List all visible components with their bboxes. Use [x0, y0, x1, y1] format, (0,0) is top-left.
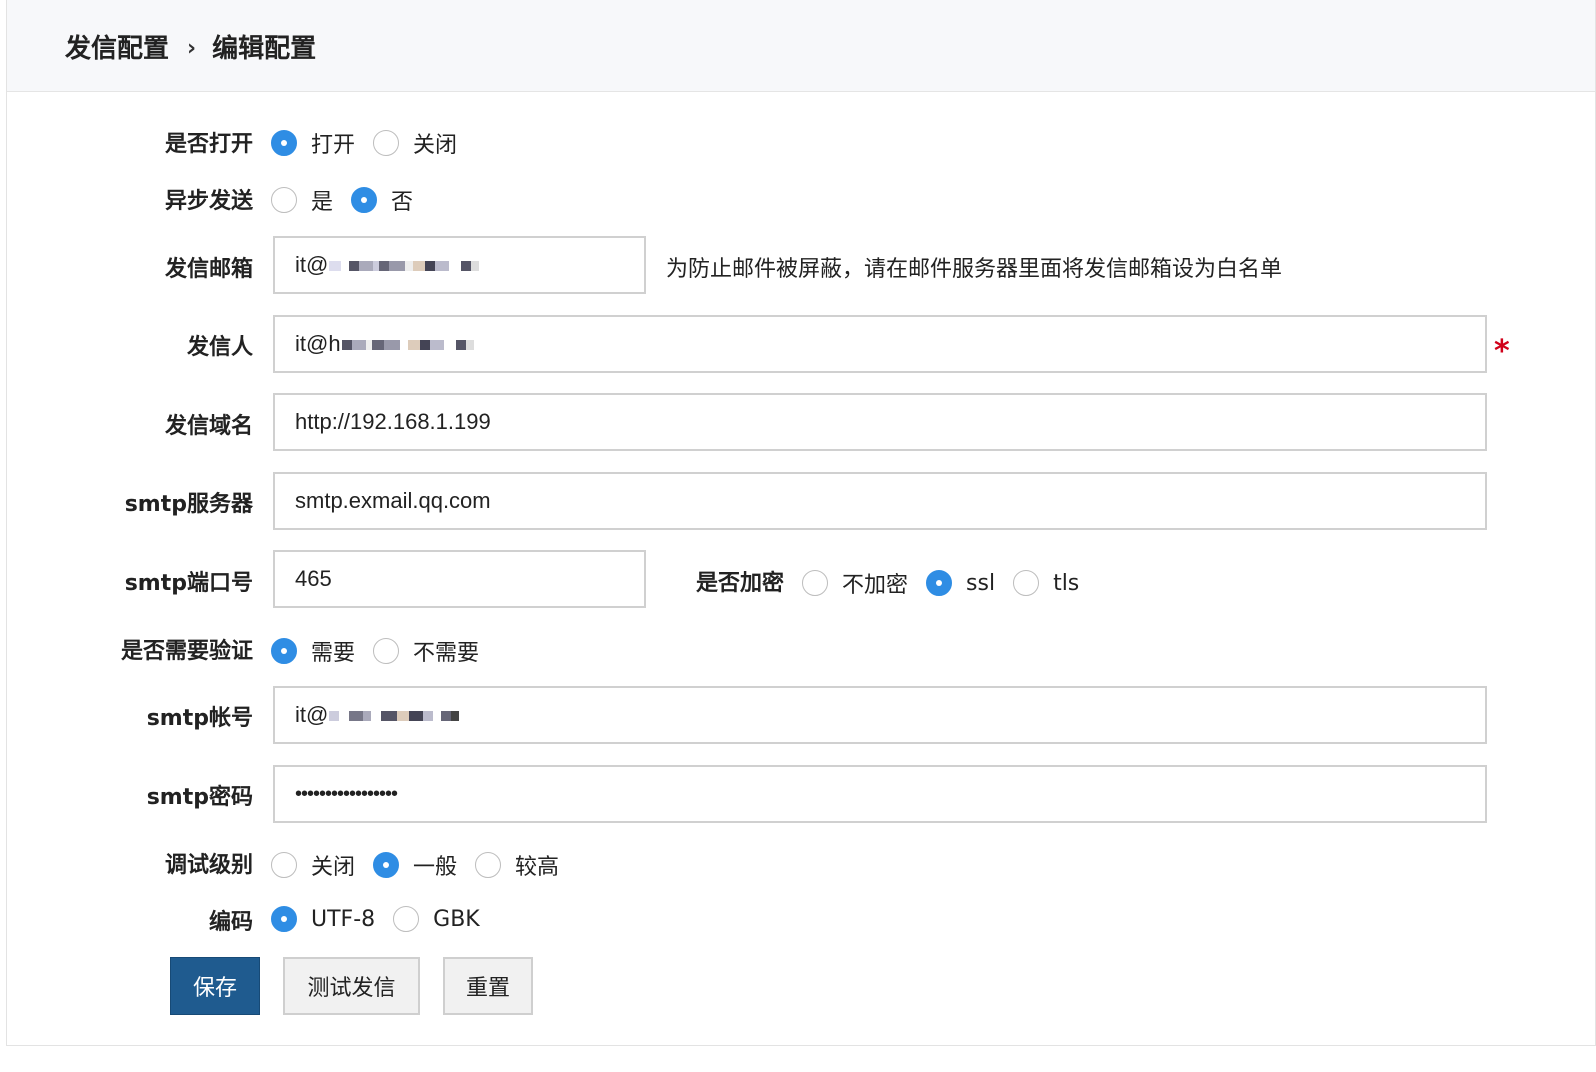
sender-email-value: it@ [295, 252, 329, 277]
breadcrumb-parent[interactable]: 发信配置 [65, 34, 169, 64]
auth-radio-group: 需要 不需要 [271, 635, 497, 667]
smtp-account-input[interactable]: it@ [273, 686, 1487, 744]
async-option-yes[interactable]: 是 [311, 184, 333, 216]
encoding-radio-gbk[interactable] [393, 906, 420, 932]
redacted-pixels [341, 340, 474, 351]
encryption-label: 是否加密 [695, 571, 784, 596]
smtp-port-value: 465 [295, 566, 332, 591]
enabled-radio-off[interactable] [373, 130, 400, 156]
page-header: 发信配置 › 编辑配置 [7, 0, 1595, 92]
smtp-port-label: smtp端口号 [124, 571, 253, 596]
auth-radio-required[interactable] [271, 638, 297, 664]
enabled-option-on[interactable]: 打开 [311, 127, 355, 159]
smtp-server-label: smtp服务器 [124, 492, 253, 517]
auth-label: 是否需要验证 [120, 639, 253, 664]
smtp-account-label: smtp帐号 [146, 706, 253, 731]
debug-level-label: 调试级别 [164, 853, 253, 878]
enabled-radio-group: 打开 关闭 [271, 127, 475, 159]
sender-name-label: 发信人 [186, 335, 253, 360]
encryption-option-none[interactable]: 不加密 [842, 567, 908, 599]
encryption-radio-none[interactable] [802, 570, 828, 596]
encoding-radio-group: UTF-8 GBK [271, 906, 498, 932]
sender-name-input[interactable]: it@h [273, 315, 1487, 373]
smtp-server-value: smtp.exmail.qq.com [295, 488, 491, 513]
encoding-option-gbk[interactable]: GBK [433, 907, 480, 932]
async-option-no[interactable]: 否 [391, 184, 413, 216]
enabled-radio-on[interactable] [271, 130, 297, 156]
encoding-option-utf8[interactable]: UTF-8 [311, 907, 375, 932]
reset-button[interactable]: 重置 [443, 957, 533, 1015]
encryption-radio-ssl[interactable] [926, 570, 953, 596]
encryption-option-ssl[interactable]: ssl [966, 571, 995, 596]
redacted-pixels [329, 261, 480, 272]
enabled-label: 是否打开 [164, 132, 253, 157]
sender-name-value: it@h [295, 331, 341, 356]
debug-option-high[interactable]: 较高 [515, 849, 559, 881]
required-mark: * [1494, 334, 1510, 369]
async-radio-yes[interactable] [271, 187, 297, 213]
smtp-port-input[interactable]: 465 [273, 550, 646, 608]
debug-radio-high[interactable] [475, 852, 502, 878]
test-send-button[interactable]: 测试发信 [283, 957, 420, 1015]
encryption-radio-group: 不加密 ssl tls [802, 567, 1097, 599]
auth-radio-not-required[interactable] [373, 638, 400, 664]
auth-option-not-required[interactable]: 不需要 [413, 635, 479, 667]
debug-level-radio-group: 关闭 一般 较高 [271, 849, 577, 881]
encoding-label: 编码 [208, 910, 253, 935]
sender-email-hint: 为防止邮件被屏蔽，请在邮件服务器里面将发信邮箱设为白名单 [666, 257, 1283, 282]
encryption-option-tls[interactable]: tls [1053, 571, 1079, 596]
domain-value: http://192.168.1.199 [295, 409, 491, 434]
enabled-option-off[interactable]: 关闭 [413, 127, 457, 159]
encoding-radio-utf8[interactable] [271, 906, 297, 932]
sender-email-label: 发信邮箱 [164, 257, 253, 282]
async-label: 异步发送 [164, 189, 253, 214]
auth-option-required[interactable]: 需要 [311, 635, 355, 667]
debug-radio-off[interactable] [271, 852, 297, 878]
breadcrumb-current: 编辑配置 [212, 34, 317, 64]
debug-radio-normal[interactable] [373, 852, 400, 878]
debug-option-off[interactable]: 关闭 [311, 849, 355, 881]
domain-label: 发信域名 [164, 414, 253, 439]
chevron-right-icon: › [187, 36, 197, 61]
smtp-password-value: ••••••••••••••••• [295, 783, 398, 805]
redacted-pixels [329, 711, 460, 722]
async-radio-group: 是 否 [271, 184, 431, 216]
smtp-password-input[interactable]: ••••••••••••••••• [273, 765, 1487, 823]
debug-option-normal[interactable]: 一般 [413, 849, 457, 881]
save-button[interactable]: 保存 [170, 957, 260, 1015]
breadcrumb: 发信配置 › 编辑配置 [65, 28, 316, 65]
async-radio-no[interactable] [351, 187, 378, 213]
domain-input[interactable]: http://192.168.1.199 [273, 393, 1487, 451]
smtp-password-label: smtp密码 [146, 785, 253, 810]
encryption-radio-tls[interactable] [1013, 570, 1040, 596]
sender-email-input[interactable]: it@ [273, 236, 646, 294]
smtp-account-value: it@ [295, 702, 329, 727]
smtp-server-input[interactable]: smtp.exmail.qq.com [273, 472, 1487, 530]
